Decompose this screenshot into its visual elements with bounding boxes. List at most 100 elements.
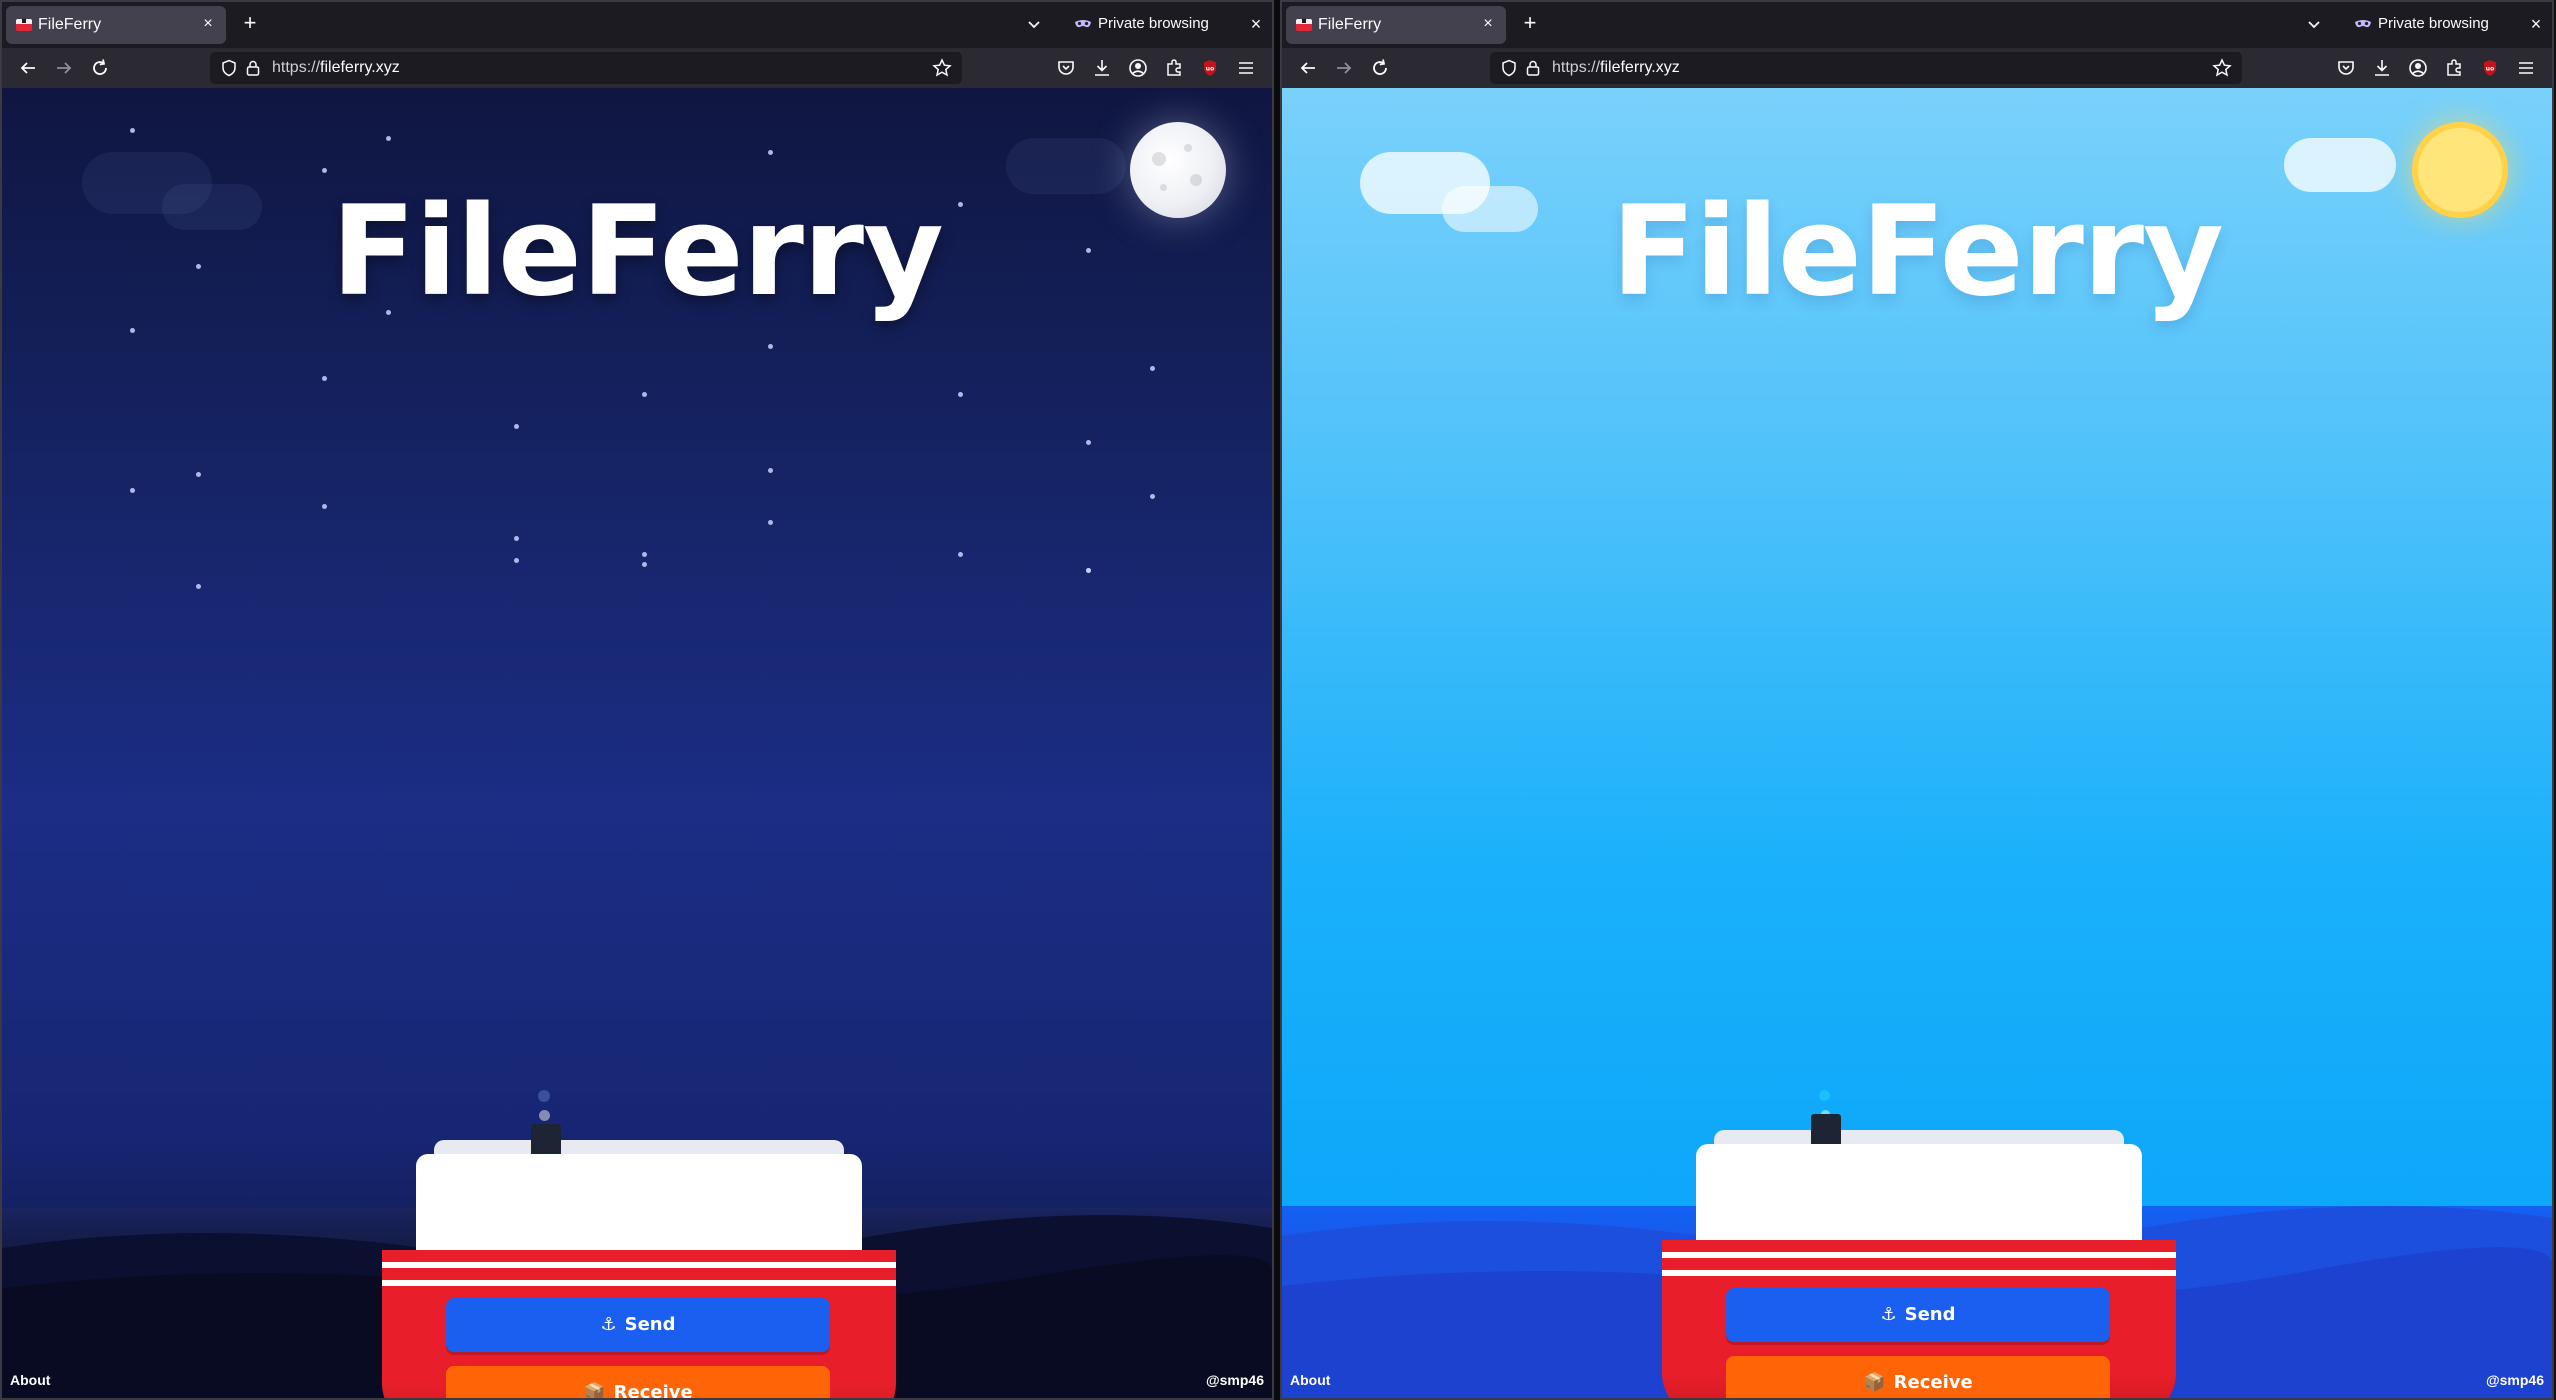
back-arrow-icon[interactable] <box>1296 56 1320 80</box>
star <box>196 472 201 477</box>
private-browsing-mask-icon <box>2354 15 2372 33</box>
list-all-tabs-chevron-icon[interactable] <box>1024 14 1044 34</box>
list-all-tabs-chevron-icon[interactable] <box>2304 14 2324 34</box>
private-browsing-label: Private browsing <box>1098 15 1209 32</box>
fileferry-favicon-icon <box>1296 19 1312 31</box>
star <box>1150 494 1155 499</box>
star <box>768 150 773 155</box>
star <box>322 504 327 509</box>
cabin <box>1696 1144 2142 1242</box>
smoke-puff <box>538 1090 550 1102</box>
page-content: FileFerry ⚓ Send 📦 Receive About @smp46 <box>2 88 1272 1398</box>
hamburger-menu-icon[interactable] <box>2514 56 2538 80</box>
anchor-icon: ⚓ <box>600 1314 617 1335</box>
star <box>130 488 135 493</box>
bookmark-star-icon[interactable] <box>932 58 952 78</box>
url-host: fileferry.xyz <box>320 59 400 76</box>
private-browsing-mask-icon <box>1074 15 1092 33</box>
forward-arrow-icon[interactable] <box>52 56 76 80</box>
tab-close-icon[interactable]: × <box>1478 14 1498 34</box>
tracking-protection-shield-icon[interactable] <box>1500 59 1518 77</box>
extensions-puzzle-icon[interactable] <box>2442 56 2466 80</box>
star <box>642 392 647 397</box>
cabin <box>416 1154 862 1252</box>
star <box>322 376 327 381</box>
navigation-toolbar: https://fileferry.xyz uo <box>2 48 1272 88</box>
package-icon: 📦 <box>1863 1372 1886 1393</box>
url-text[interactable]: https://fileferry.xyz <box>1552 59 1680 77</box>
hull-stripe <box>1662 1252 2176 1258</box>
pocket-icon[interactable] <box>2334 56 2358 80</box>
back-arrow-icon[interactable] <box>16 56 40 80</box>
star <box>958 552 963 557</box>
browser-window-night: FileFerry × + Private browsing × https:/… <box>0 0 1274 1400</box>
window-close-button[interactable]: × <box>2524 12 2548 36</box>
ublock-origin-icon[interactable]: uo <box>1198 56 1222 80</box>
extensions-puzzle-icon[interactable] <box>1162 56 1186 80</box>
account-icon[interactable] <box>1126 56 1150 80</box>
package-icon: 📦 <box>583 1382 606 1398</box>
star <box>768 520 773 525</box>
new-tab-button[interactable]: + <box>238 12 262 36</box>
star <box>768 344 773 349</box>
forward-arrow-icon[interactable] <box>1332 56 1356 80</box>
receive-button[interactable]: 📦 Receive <box>446 1366 830 1398</box>
author-link[interactable]: @smp46 <box>2486 1372 2544 1388</box>
downloads-icon[interactable] <box>1090 56 1114 80</box>
send-button[interactable]: ⚓ Send <box>446 1298 830 1352</box>
star <box>768 468 773 473</box>
reload-icon[interactable] <box>88 56 112 80</box>
author-link[interactable]: @smp46 <box>1206 1372 1264 1388</box>
fileferry-favicon-icon <box>16 19 32 31</box>
navigation-toolbar: https://fileferry.xyz uo <box>1282 48 2552 88</box>
star <box>386 136 391 141</box>
account-icon[interactable] <box>2406 56 2430 80</box>
pocket-icon[interactable] <box>1054 56 1078 80</box>
lock-icon[interactable] <box>244 59 262 77</box>
anchor-icon: ⚓ <box>1880 1304 1897 1325</box>
tab-fileferry[interactable]: FileFerry × <box>1286 6 1506 44</box>
star <box>130 328 135 333</box>
hull-stripe <box>1662 1270 2176 1276</box>
downloads-icon[interactable] <box>2370 56 2394 80</box>
bookmark-star-icon[interactable] <box>2212 58 2232 78</box>
star <box>642 562 647 567</box>
star <box>1086 568 1091 573</box>
star <box>322 168 327 173</box>
page-content: FileFerry ⚓ Send 📦 Receive About @smp46 <box>1282 88 2552 1398</box>
send-button[interactable]: ⚓ Send <box>1726 1288 2110 1342</box>
hull-stripe <box>382 1262 896 1268</box>
receive-label: Receive <box>613 1382 693 1398</box>
reload-icon[interactable] <box>1368 56 1392 80</box>
tab-fileferry[interactable]: FileFerry × <box>6 6 226 44</box>
receive-label: Receive <box>1893 1372 1973 1393</box>
star <box>958 392 963 397</box>
lock-icon[interactable] <box>1524 59 1542 77</box>
receive-button[interactable]: 📦 Receive <box>1726 1356 2110 1398</box>
svg-text:uo: uo <box>1206 66 1214 73</box>
star <box>514 424 519 429</box>
new-tab-button[interactable]: + <box>1518 12 1542 36</box>
about-link[interactable]: About <box>1290 1372 1330 1388</box>
tracking-protection-shield-icon[interactable] <box>220 59 238 77</box>
svg-text:uo: uo <box>2486 66 2494 73</box>
ferry-boat: ⚓ Send 📦 Receive <box>382 1054 896 1398</box>
hull-stripe <box>382 1280 896 1286</box>
url-bar[interactable]: https://fileferry.xyz <box>210 52 962 84</box>
url-bar[interactable]: https://fileferry.xyz <box>1490 52 2242 84</box>
window-close-button[interactable]: × <box>1244 12 1268 36</box>
page-title: FileFerry <box>331 180 944 324</box>
ferry-boat: ⚓ Send 📦 Receive <box>1662 1044 2176 1398</box>
private-browsing-label: Private browsing <box>2378 15 2489 32</box>
browser-window-day: FileFerry × + Private browsing × https:/… <box>1280 0 2554 1400</box>
hamburger-menu-icon[interactable] <box>1234 56 1258 80</box>
tab-bar: FileFerry × + Private browsing × <box>1282 2 2552 48</box>
tab-close-icon[interactable]: × <box>198 14 218 34</box>
url-scheme: https:// <box>272 59 321 76</box>
about-link[interactable]: About <box>10 1372 50 1388</box>
star <box>1150 366 1155 371</box>
tab-title: FileFerry <box>1318 16 1382 33</box>
ublock-origin-icon[interactable]: uo <box>2478 56 2502 80</box>
url-text[interactable]: https://fileferry.xyz <box>272 59 400 77</box>
url-host: fileferry.xyz <box>1600 59 1680 76</box>
